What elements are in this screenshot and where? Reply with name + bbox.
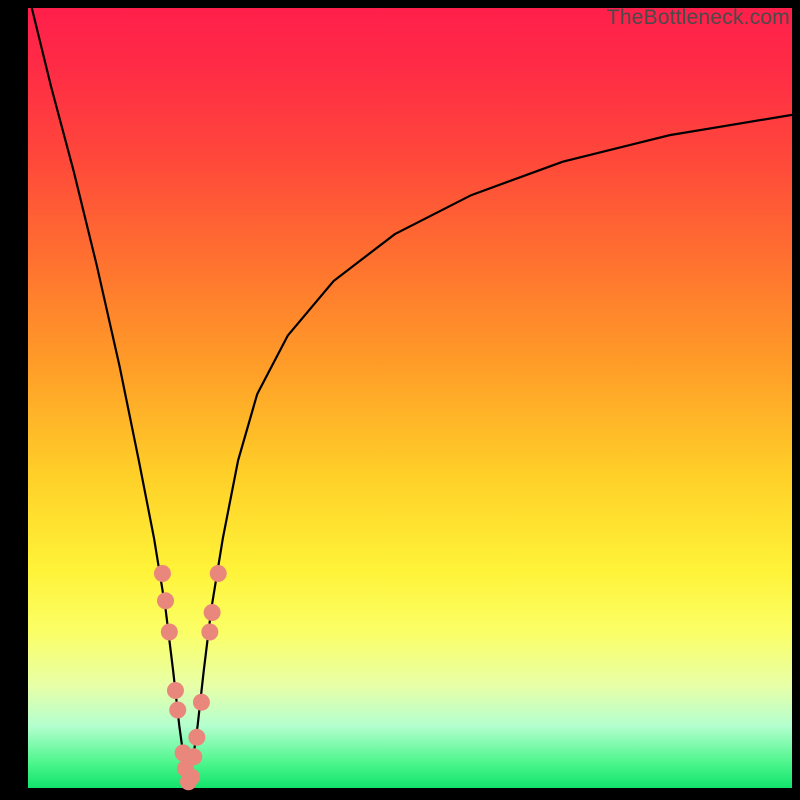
data-dot bbox=[154, 565, 171, 582]
dot-layer bbox=[154, 565, 227, 790]
data-dot bbox=[161, 624, 178, 641]
data-dot bbox=[167, 682, 184, 699]
chart-svg bbox=[28, 8, 792, 788]
data-dot bbox=[185, 748, 202, 765]
bottleneck-curve-path bbox=[32, 8, 792, 788]
chart-frame: TheBottleneck.com bbox=[0, 0, 800, 800]
data-dot bbox=[188, 729, 205, 746]
plot-area bbox=[28, 8, 792, 788]
data-dot bbox=[201, 624, 218, 641]
data-dot bbox=[169, 702, 186, 719]
data-dot bbox=[183, 769, 200, 786]
watermark-text: TheBottleneck.com bbox=[607, 6, 790, 30]
data-dot bbox=[157, 592, 174, 609]
data-dot bbox=[193, 694, 210, 711]
data-dot bbox=[204, 604, 221, 621]
data-dot bbox=[210, 565, 227, 582]
